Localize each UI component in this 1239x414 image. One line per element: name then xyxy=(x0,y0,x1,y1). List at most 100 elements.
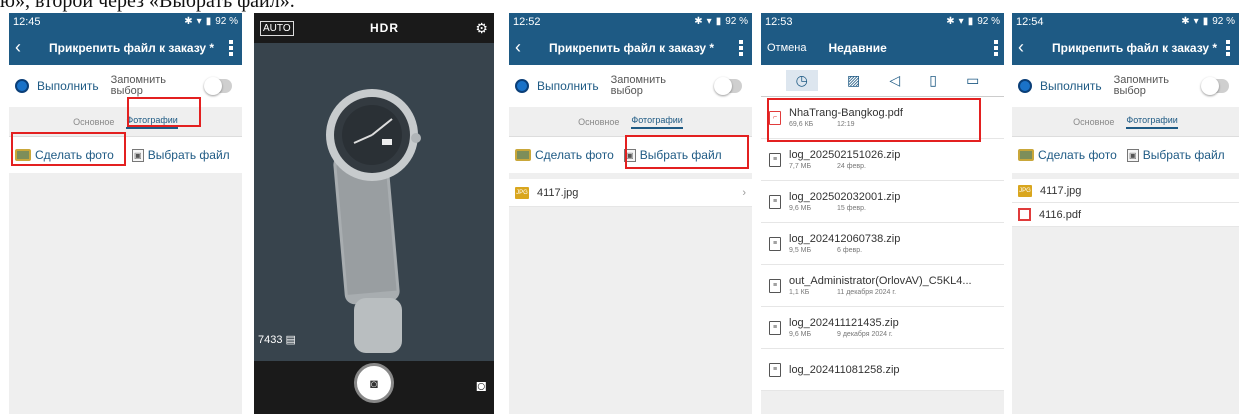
switch-camera-icon[interactable]: ◙ xyxy=(476,378,486,396)
file-size: 1,1 КБ xyxy=(789,289,810,296)
file-size: 69,6 КБ xyxy=(789,121,814,128)
list-item[interactable]: ⌐ NhaTrang-Bangkog.pdf 69,6 КБ 12:19 xyxy=(761,97,1004,139)
battery-level: 92 % xyxy=(977,16,1000,27)
file-name: 4117.jpg xyxy=(537,186,579,199)
file-action-bar: Сделать фото ▣ Выбрать файл xyxy=(509,137,752,173)
remember-toggle[interactable] xyxy=(1201,77,1229,95)
file-date: 11 декабря 2024 г. xyxy=(837,289,897,296)
tab-main[interactable]: Основное xyxy=(578,117,619,127)
file-name: log_202412060738.zip xyxy=(789,233,901,245)
action-row: Выполнить Запомнить выбор xyxy=(9,65,242,107)
back-icon[interactable]: ‹ xyxy=(1018,37,1044,58)
choose-file-button[interactable]: Выбрать файл xyxy=(640,148,722,162)
status-bar: 12:52 ✱ ▾ ▮ 92 % xyxy=(509,13,752,30)
bluetooth-icon: ✱ xyxy=(184,16,193,27)
screen-recent-files: 12:53 ✱ ▾ ▮ 92 % Отмена Недавние ◷ ▨ ◁ ▯ ▭ … xyxy=(761,13,1004,414)
file-date: 12:19 xyxy=(837,121,855,128)
execute-button[interactable]: Выполнить xyxy=(537,79,599,93)
remember-choice-label: Запомнить выбор xyxy=(1113,74,1170,97)
choose-file-button[interactable]: Выбрать файл xyxy=(148,148,230,162)
remember-toggle[interactable] xyxy=(204,77,232,95)
file-name: log_202411121435.zip xyxy=(789,317,899,329)
file-name: log_202502151026.zip xyxy=(789,149,901,161)
file-pick-icon: ▣ xyxy=(1126,148,1139,162)
tab-photos[interactable]: Фотографии xyxy=(1126,115,1178,129)
list-item[interactable]: ≡ log_202502032001.zip 9,6 МБ 15 февр. xyxy=(761,181,1004,223)
status-icons: ✱ ▾ ▮ 92 % xyxy=(694,16,748,27)
list-item[interactable]: 4116.pdf xyxy=(1012,203,1239,227)
tab-bar: Основное Фотографии xyxy=(9,107,242,137)
overflow-menu-icon[interactable] xyxy=(1223,39,1233,56)
screen-choose-file: 12:52 ✱ ▾ ▮ 92 % ‹ Прикрепить файл к заказу… xyxy=(509,13,752,414)
camera-icon xyxy=(515,149,531,161)
action-row: Выполнить Запомнить выбор xyxy=(509,65,752,107)
execute-icon[interactable] xyxy=(515,79,529,93)
overflow-menu-icon[interactable] xyxy=(226,39,236,56)
file-size: 9,6 МБ xyxy=(789,331,812,338)
pdf-file-icon xyxy=(1018,208,1031,221)
choose-file-button[interactable]: Выбрать файл xyxy=(1143,148,1225,162)
page-title: Прикрепить файл к заказу * xyxy=(549,40,715,55)
caption-text: ю», второй через «Выбрать файл». xyxy=(0,0,295,12)
shutter-button[interactable]: ◙ xyxy=(354,363,394,403)
overflow-menu-icon[interactable] xyxy=(736,39,746,56)
take-photo-button[interactable]: Сделать фото xyxy=(535,148,614,162)
list-item[interactable]: ≡ log_202502151026.zip 7,7 МБ 24 февр. xyxy=(761,139,1004,181)
tab-bar: Основное Фотографии xyxy=(1012,107,1239,137)
status-icons: ✱ ▾ ▮ 92 % xyxy=(184,16,238,27)
tab-main[interactable]: Основное xyxy=(73,117,114,127)
overflow-menu-icon[interactable] xyxy=(994,39,998,56)
tab-bar: Основное Фотографии xyxy=(509,107,752,137)
remember-choice-label: Запомнить выбор xyxy=(610,74,667,97)
camera-top-bar: AUTO HDR ⚙ xyxy=(254,13,494,43)
camera-viewfinder xyxy=(254,43,494,361)
list-item[interactable]: ≡ log_202412060738.zip 9,5 МБ 6 февр. xyxy=(761,223,1004,265)
audio-icon[interactable]: ◁ xyxy=(889,72,900,89)
bluetooth-icon: ✱ xyxy=(1181,16,1190,27)
back-icon[interactable]: ‹ xyxy=(15,37,41,58)
list-item[interactable]: ≡ log_202411121435.zip 9,6 МБ 9 декабря 20… xyxy=(761,307,1004,349)
execute-icon[interactable] xyxy=(15,79,29,93)
app-bar: ‹ Прикрепить файл к заказу * xyxy=(1012,30,1239,65)
execute-button[interactable]: Выполнить xyxy=(1040,79,1102,93)
file-pick-icon: ▣ xyxy=(623,148,636,162)
watch-preview xyxy=(254,43,494,361)
execute-icon[interactable] xyxy=(1018,79,1032,93)
camera-icon: ◙ xyxy=(370,375,378,391)
document-icon[interactable]: ▯ xyxy=(929,72,937,89)
status-icons: ✱ ▾ ▮ 92 % xyxy=(946,16,1000,27)
pdf-file-icon: ⌐ xyxy=(769,110,781,125)
file-date: 24 февр. xyxy=(837,163,866,170)
file-name: NhaTrang-Bangkog.pdf xyxy=(789,107,903,119)
tab-main[interactable]: Основное xyxy=(1073,117,1114,127)
photo-counter: 7433 ▤ xyxy=(258,334,296,346)
tab-photos[interactable]: Фотографии xyxy=(126,115,178,129)
file-type-bar: ◷ ▨ ◁ ▯ ▭ xyxy=(761,65,1004,97)
take-photo-button[interactable]: Сделать фото xyxy=(1038,148,1117,162)
list-item[interactable]: ≡ log_202411081258.zip xyxy=(761,349,1004,391)
cancel-button[interactable]: Отмена xyxy=(767,42,806,54)
list-item[interactable]: JPG 4117.jpg › xyxy=(509,179,752,207)
remember-toggle[interactable] xyxy=(714,77,742,95)
zip-file-icon: ≡ xyxy=(769,194,781,209)
status-bar: 12:53 ✱ ▾ ▮ 92 % xyxy=(761,13,1004,30)
wifi-icon: ▾ xyxy=(196,16,202,27)
screen-camera: AUTO HDR ⚙ 7433 ▤ ◙ ◙ xyxy=(254,13,494,414)
folder-icon[interactable]: ▭ xyxy=(966,72,979,89)
back-icon[interactable]: ‹ xyxy=(515,37,541,58)
wifi-icon: ▾ xyxy=(706,16,712,27)
image-icon[interactable]: ▨ xyxy=(847,72,860,89)
tab-photos[interactable]: Фотографии xyxy=(631,115,683,129)
jpg-file-icon: JPG xyxy=(1018,184,1032,197)
list-item[interactable]: ≡ out_Administrator(OrlovAV)_C5KL4... 1,1… xyxy=(761,265,1004,307)
take-photo-button[interactable]: Сделать фото xyxy=(35,148,114,162)
gear-icon[interactable]: ⚙ xyxy=(475,20,488,37)
execute-button[interactable]: Выполнить xyxy=(37,79,99,93)
list-item[interactable]: JPG 4117.jpg xyxy=(1012,179,1239,203)
hdr-button[interactable]: HDR xyxy=(370,21,399,35)
recent-icon[interactable]: ◷ xyxy=(785,70,818,91)
screen-attach-photo: 12:45 ✱ ▾ ▮ 92 % ‹ Прикрепить файл к заказу… xyxy=(9,13,242,414)
auto-mode-button[interactable]: AUTO xyxy=(260,20,294,36)
zip-file-icon: ≡ xyxy=(769,362,781,377)
file-size: 9,6 МБ xyxy=(789,205,812,212)
